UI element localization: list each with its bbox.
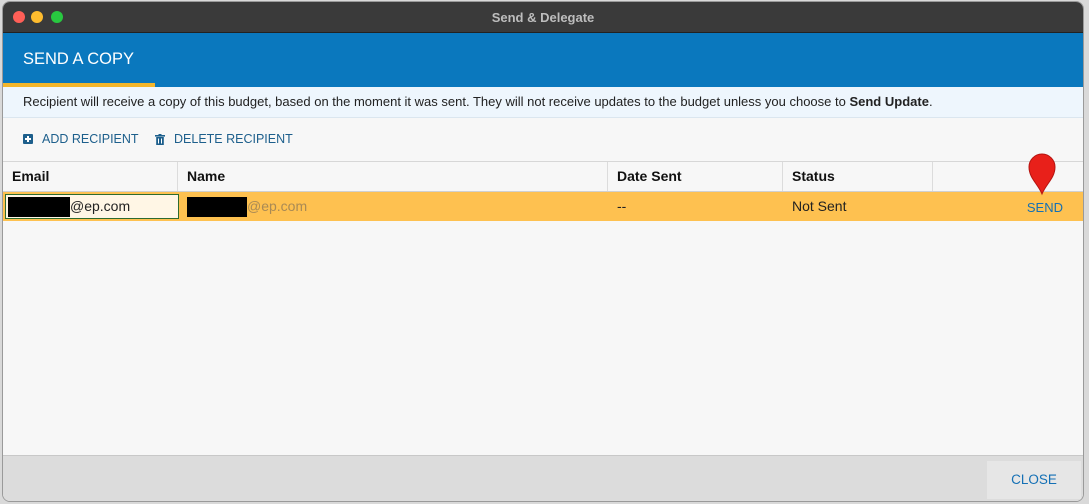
redacted-block — [8, 197, 70, 218]
title-bar: Send & Delegate — [3, 2, 1083, 33]
info-text-end: . — [928, 94, 933, 109]
tab-send-a-copy[interactable]: SEND A COPY — [3, 33, 155, 87]
table-row[interactable]: @ep.com @ep.com -- Not Sent SEND — [3, 192, 1083, 221]
delete-recipient-label: DELETE RECIPIENT — [174, 132, 293, 146]
redacted-block — [187, 197, 247, 218]
send-delegate-window: Send & Delegate SEND A COPY Recipient wi… — [2, 1, 1084, 502]
window-title: Send & Delegate — [491, 10, 595, 25]
info-bold-text: Send Update — [849, 94, 929, 109]
add-recipient-label: ADD RECIPIENT — [42, 132, 139, 146]
map-pin-icon — [1028, 153, 1056, 196]
email-cell-editor[interactable]: @ep.com — [5, 194, 179, 219]
close-button[interactable]: CLOSE — [987, 461, 1081, 499]
status-cell: Not Sent — [792, 198, 847, 214]
column-header-status[interactable]: Status — [783, 162, 933, 191]
delete-recipient-button[interactable]: DELETE RECIPIENT — [155, 132, 293, 146]
info-text: Recipient will receive a copy of this bu… — [23, 94, 850, 109]
dialog-footer: CLOSE — [3, 455, 1083, 501]
column-header-email[interactable]: Email — [3, 162, 178, 191]
add-recipient-button[interactable]: ADD RECIPIENT — [23, 132, 139, 146]
send-button[interactable]: SEND — [1027, 200, 1063, 215]
info-banner: Recipient will receive a copy of this bu… — [3, 87, 1083, 118]
trash-icon — [155, 134, 165, 145]
active-tab-indicator — [3, 83, 155, 87]
name-value: @ep.com — [247, 198, 308, 214]
name-cell: @ep.com — [178, 192, 608, 221]
table-header: Email Name Date Sent Status — [3, 162, 1083, 192]
email-value: @ep.com — [70, 198, 131, 214]
column-header-date-sent[interactable]: Date Sent — [608, 162, 783, 191]
tab-label: SEND A COPY — [23, 50, 134, 68]
recipients-table: Email Name Date Sent Status @ep.com @ep.… — [3, 161, 1083, 221]
column-header-action — [933, 162, 1083, 191]
plus-square-icon — [23, 134, 33, 144]
date-sent-cell: -- — [617, 198, 627, 214]
column-header-name[interactable]: Name — [178, 162, 608, 191]
recipient-toolbar: ADD RECIPIENT DELETE RECIPIENT — [3, 118, 1083, 162]
dialog-header: SEND A COPY — [3, 33, 1083, 87]
